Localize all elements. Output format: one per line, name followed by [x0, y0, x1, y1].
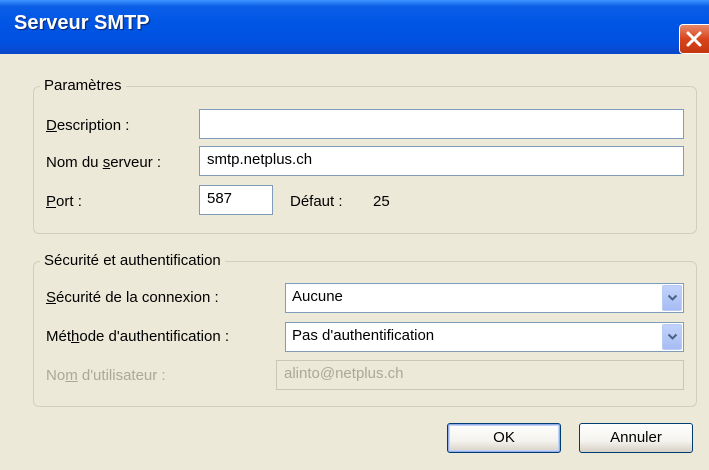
connection-security-dropdown-button[interactable]	[662, 285, 682, 311]
cancel-button[interactable]: Annuler	[579, 423, 693, 453]
auth-method-label: Méthode d'authentification :	[46, 328, 230, 345]
title-bar: Serveur SMTP	[0, 0, 709, 54]
username-field: alinto@netplus.ch	[276, 360, 684, 390]
connection-security-select[interactable]: Aucune	[285, 283, 684, 313]
default-port-label: Défaut :	[290, 193, 343, 210]
close-button[interactable]	[679, 24, 709, 54]
close-icon	[686, 31, 702, 47]
connection-security-label: Sécurité de la connexion :	[46, 289, 219, 306]
chevron-down-icon	[667, 333, 678, 340]
auth-method-value: Pas d'authentification	[292, 327, 435, 344]
security-legend: Sécurité et authentification	[40, 252, 225, 270]
auth-method-select[interactable]: Pas d'authentification	[285, 322, 684, 352]
server-name-label: Nom du serveur :	[46, 154, 162, 171]
auth-method-dropdown-button[interactable]	[662, 324, 682, 350]
chevron-down-icon	[667, 294, 678, 301]
ok-button[interactable]: OK	[447, 423, 561, 453]
parametres-legend: Paramètres	[40, 77, 126, 95]
port-field[interactable]: 587	[199, 185, 273, 215]
connection-security-value: Aucune	[292, 288, 343, 305]
username-label: Nom d'utilisateur :	[46, 367, 166, 384]
description-field[interactable]	[199, 109, 684, 139]
description-label: Description :	[46, 117, 130, 134]
server-name-field[interactable]: smtp.netplus.ch	[199, 146, 684, 176]
port-label: Port :	[46, 193, 82, 210]
window-title: Serveur SMTP	[14, 12, 150, 34]
default-port-value: 25	[373, 193, 390, 210]
dialog-body: Paramètres Description : Nom du serveur …	[0, 54, 709, 470]
